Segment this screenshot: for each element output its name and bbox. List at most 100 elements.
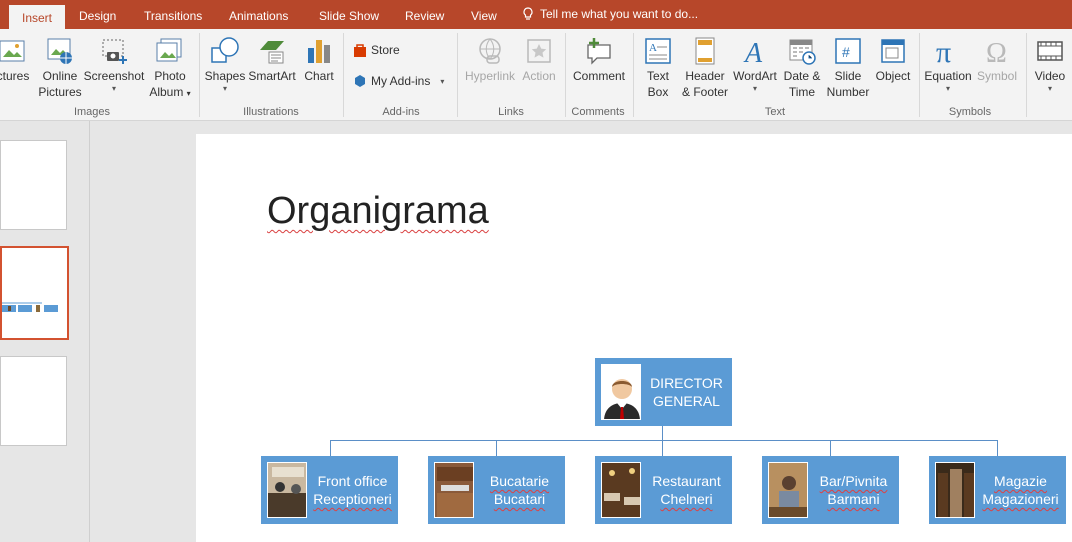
department-photo xyxy=(935,462,975,518)
tab-transitions[interactable]: Transitions xyxy=(142,7,204,29)
group-label-addins: Add-ins xyxy=(382,106,420,118)
svg-text:A: A xyxy=(649,42,657,54)
header-footer-icon xyxy=(689,35,721,67)
object-icon xyxy=(877,35,909,67)
director-avatar xyxy=(601,364,641,420)
tab-animations[interactable]: Animations xyxy=(227,7,290,29)
store-button[interactable]: Store xyxy=(353,43,400,57)
department-photo xyxy=(768,462,808,518)
store-icon xyxy=(354,44,366,57)
chart-icon xyxy=(303,35,335,67)
department-photo xyxy=(601,462,641,518)
shapes-button[interactable]: Shapes ▾ xyxy=(204,29,246,94)
hyperlink-icon xyxy=(474,35,506,67)
tab-review[interactable]: Review xyxy=(403,7,446,29)
org-node-kitchen[interactable]: Bucatarie Bucatari xyxy=(428,456,565,524)
slide-title[interactable]: Organigrama xyxy=(267,190,489,233)
omega-icon: Ω xyxy=(981,35,1013,67)
slide-number-button[interactable]: # Slide Number xyxy=(824,29,872,100)
object-button[interactable]: Object xyxy=(872,29,914,84)
smartart-icon xyxy=(256,35,288,67)
chevron-down-icon: ▾ xyxy=(111,84,116,93)
group-separator xyxy=(1026,33,1027,117)
comment-button[interactable]: Comment xyxy=(570,29,628,84)
tell-me-search[interactable]: Tell me what you want to do... xyxy=(522,7,698,21)
group-separator xyxy=(199,33,200,117)
group-separator xyxy=(919,33,920,117)
org-node-bar[interactable]: Bar/Pivnita Barmani xyxy=(762,456,899,524)
ribbon: ctures Online Pictures Screenshot ▾ Phot… xyxy=(0,29,1072,121)
org-node-label: DIRECTOR GENERAL xyxy=(650,375,723,409)
slide-thumbnail[interactable] xyxy=(0,140,67,230)
hyperlink-button[interactable]: Hyperlink xyxy=(462,29,518,84)
slide-thumbnails-pane[interactable] xyxy=(0,121,90,542)
connector-line xyxy=(997,440,998,456)
svg-text:Ω: Ω xyxy=(986,38,1007,66)
org-node-front-office[interactable]: Front office Receptioneri xyxy=(261,456,398,524)
pictures-icon xyxy=(0,35,29,67)
chevron-down-icon: ▾ xyxy=(222,84,227,93)
group-label-images: Images xyxy=(73,106,111,118)
group-separator xyxy=(565,33,566,117)
org-node-label: Front office Receptioneri xyxy=(313,473,392,507)
online-pictures-button[interactable]: Online Pictures xyxy=(37,29,83,100)
group-separator xyxy=(457,33,458,117)
slide-canvas[interactable]: Organigrama DIRECTOR GENERAL Front offic… xyxy=(196,134,1072,542)
org-node-director[interactable]: DIRECTOR GENERAL xyxy=(595,358,732,426)
date-time-button[interactable]: Date & Time xyxy=(780,29,824,100)
text-box-button[interactable]: A Text Box xyxy=(638,29,678,100)
connector-line xyxy=(662,426,663,440)
photo-album-button[interactable]: Photo Album ▾ xyxy=(146,29,194,102)
addins-icon xyxy=(355,75,365,87)
my-addins-button[interactable]: My Add-ins ▾ xyxy=(353,74,444,88)
tab-design[interactable]: Design xyxy=(77,7,118,29)
connector-line xyxy=(496,440,497,456)
org-node-warehouse[interactable]: Magazie Magazioneri xyxy=(929,456,1066,524)
connector-line xyxy=(330,440,997,441)
chevron-down-icon: ▾ xyxy=(186,89,191,98)
group-label-symbols: Symbols xyxy=(948,106,992,118)
header-footer-button[interactable]: Header & Footer xyxy=(680,29,730,100)
tab-slide-show[interactable]: Slide Show xyxy=(317,7,381,29)
wordart-icon: A xyxy=(739,35,771,67)
symbol-button[interactable]: Ω Symbol xyxy=(974,29,1020,84)
slide-number-icon: # xyxy=(832,35,864,67)
chart-button[interactable]: Chart xyxy=(300,29,338,84)
video-icon xyxy=(1034,35,1066,67)
wordart-button[interactable]: A WordArt ▾ xyxy=(731,29,779,94)
chevron-down-icon: ▾ xyxy=(440,76,445,86)
chevron-down-icon: ▾ xyxy=(945,84,950,93)
video-button[interactable]: Video ▾ xyxy=(1030,29,1070,94)
comment-icon xyxy=(583,35,615,67)
org-node-label: Bar/Pivnita Barmani xyxy=(819,473,888,507)
action-button[interactable]: Action xyxy=(518,29,560,84)
photo-album-icon xyxy=(154,35,186,67)
connector-line xyxy=(662,440,663,456)
screenshot-button[interactable]: Screenshot ▾ xyxy=(84,29,144,94)
shapes-icon xyxy=(209,35,241,67)
tab-insert[interactable]: Insert xyxy=(9,5,66,29)
connector-line xyxy=(330,440,331,456)
tab-view[interactable]: View xyxy=(469,7,499,29)
org-node-label: Restaurant Chelneri xyxy=(652,473,721,507)
department-photo xyxy=(434,462,474,518)
tell-me-text: Tell me what you want to do... xyxy=(540,7,699,21)
equation-button[interactable]: π Equation ▾ xyxy=(923,29,973,94)
slide-thumbnail-selected[interactable] xyxy=(0,246,69,340)
smartart-button[interactable]: SmartArt xyxy=(246,29,298,84)
svg-text:A: A xyxy=(743,38,763,66)
group-separator xyxy=(343,33,344,117)
org-node-restaurant[interactable]: Restaurant Chelneri xyxy=(595,456,732,524)
org-node-label: Bucatarie Bucatari xyxy=(489,473,550,507)
group-label-links: Links xyxy=(498,106,524,118)
ribbon-tab-bar: Insert Design Transitions Animations Sli… xyxy=(0,0,1072,29)
slide-thumbnail[interactable] xyxy=(0,356,67,446)
lightbulb-icon xyxy=(523,7,533,20)
chevron-down-icon: ▾ xyxy=(752,84,757,93)
action-icon xyxy=(523,35,555,67)
svg-text:π: π xyxy=(936,36,951,66)
calendar-icon xyxy=(786,35,818,67)
group-label-text: Text xyxy=(764,106,786,118)
text-box-icon: A xyxy=(642,35,674,67)
pictures-button[interactable]: ctures xyxy=(0,29,36,84)
